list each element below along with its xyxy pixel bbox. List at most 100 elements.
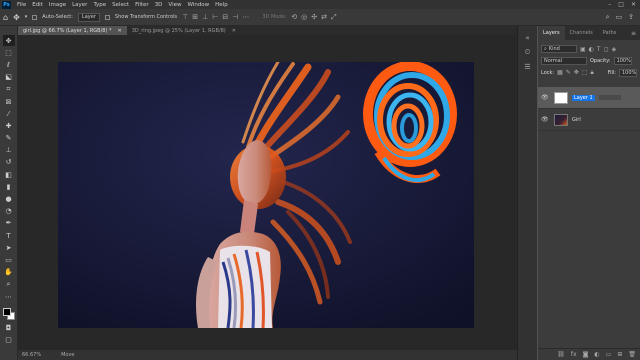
quick-mask-icon[interactable]: ◘ <box>3 322 15 333</box>
dodge-tool-icon[interactable]: ◔ <box>3 206 15 217</box>
menu-filter[interactable]: Filter <box>132 2 152 8</box>
auto-select-checkbox[interactable] <box>32 14 38 20</box>
menu-3d[interactable]: 3D <box>152 2 166 8</box>
hand-tool-icon[interactable]: ✋ <box>3 267 15 278</box>
move-tool-icon[interactable]: ✥ <box>13 13 20 22</box>
layer-style-icon[interactable]: fx <box>571 351 577 358</box>
crop-tool-icon[interactable]: ⌗ <box>3 84 15 95</box>
menu-type[interactable]: Type <box>90 2 109 8</box>
align-middle-icon[interactable]: ⊞ <box>192 13 198 21</box>
align-left-icon[interactable]: ⊢ <box>212 13 218 21</box>
layer-name-input[interactable]: Layer 1 <box>572 94 595 101</box>
history-brush-tool-icon[interactable]: ↺ <box>3 157 15 168</box>
3d-pan-icon[interactable]: ✣ <box>311 13 317 22</box>
lock-position-icon[interactable]: ✥ <box>574 69 579 77</box>
artboard-tool-icon[interactable]: ⬚ <box>3 47 15 58</box>
3d-orbit-icon[interactable]: ⟲ <box>291 13 297 22</box>
close-tab-icon[interactable]: ✕ <box>232 28 236 34</box>
minimize-icon[interactable]: – <box>608 1 611 8</box>
menu-help[interactable]: Help <box>212 2 231 8</box>
align-top-icon[interactable]: ⊤ <box>182 13 188 21</box>
3d-roll-icon[interactable]: ◎ <box>301 13 307 22</box>
brush-tool-icon[interactable]: ✎ <box>3 133 15 144</box>
lock-pixels-icon[interactable]: ✎ <box>566 69 571 77</box>
type-filter-icon[interactable]: T <box>597 46 601 53</box>
kind-filter-dropdown[interactable]: ⌕ Kind <box>541 45 577 53</box>
add-mask-icon[interactable]: ◙ <box>583 351 589 358</box>
more-tools-icon[interactable]: ⋯ <box>3 291 15 302</box>
healing-brush-tool-icon[interactable]: ✚ <box>3 120 15 131</box>
smart-filter-icon[interactable]: ◈ <box>612 46 617 53</box>
collapse-panels-icon[interactable]: « <box>525 34 529 42</box>
menu-file[interactable]: File <box>14 2 29 8</box>
new-layer-icon[interactable]: ⊞ <box>617 351 622 358</box>
close-tab-icon[interactable]: ✕ <box>118 28 122 34</box>
tab-paths[interactable]: Paths <box>598 26 622 40</box>
link-layers-icon[interactable]: ⛓ <box>557 351 565 358</box>
foreground-color-swatch[interactable] <box>2 308 11 317</box>
delete-layer-icon[interactable]: 🗑︎ <box>628 351 636 358</box>
transform-controls-checkbox[interactable] <box>104 14 110 20</box>
eyedropper-tool-icon[interactable]: ⁄ <box>3 108 15 119</box>
3d-scale-icon[interactable]: ⤢ <box>331 13 337 22</box>
gradient-tool-icon[interactable]: ▮ <box>3 181 15 192</box>
lock-transparent-icon[interactable]: ▦ <box>557 69 563 77</box>
workspace-icon[interactable]: ▭ <box>616 13 623 22</box>
menu-view[interactable]: View <box>165 2 184 8</box>
adjustment-filter-icon[interactable]: ◐ <box>589 46 594 53</box>
visibility-eye-icon[interactable]: 👁︎ <box>541 94 549 101</box>
type-tool-icon[interactable]: T <box>3 230 15 241</box>
opacity-field[interactable]: 100% <box>613 57 632 65</box>
layer-name-field[interactable] <box>598 95 621 100</box>
zoom-tool-icon[interactable]: ⌕ <box>3 279 15 290</box>
blur-tool-icon[interactable]: ● <box>3 193 15 204</box>
path-selection-tool-icon[interactable]: ➤ <box>3 242 15 253</box>
color-swatches[interactable] <box>2 307 16 321</box>
menu-image[interactable]: Image <box>46 2 69 8</box>
menu-window[interactable]: Window <box>184 2 212 8</box>
document-image[interactable] <box>58 62 474 328</box>
maximize-icon[interactable]: □ <box>618 1 624 8</box>
lock-artboard-icon[interactable]: ⬚ <box>582 69 588 77</box>
fill-field[interactable]: 100% <box>619 69 637 77</box>
object-selection-tool-icon[interactable]: ⬕ <box>3 72 15 83</box>
pixel-filter-icon[interactable]: ▣ <box>580 46 586 53</box>
new-group-icon[interactable]: ▭ <box>606 351 612 358</box>
tab-3d-ring[interactable]: 3D_ring.jpeg @ 25% (Layer 1, RGB/8) ✕ <box>127 26 241 35</box>
tab-layers[interactable]: Layers <box>538 26 565 40</box>
align-right-icon[interactable]: ⊣ <box>232 13 238 21</box>
photoshop-logo[interactable]: Ps <box>2 0 11 9</box>
menu-layer[interactable]: Layer <box>69 2 90 8</box>
menu-edit[interactable]: Edit <box>29 2 46 8</box>
layer-row-layer-1[interactable]: 👁︎ Layer 1 <box>538 87 640 109</box>
panel-menu-icon[interactable]: ≡ <box>631 30 640 37</box>
lock-all-icon[interactable]: 🔒︎ <box>591 69 594 77</box>
lasso-tool-icon[interactable]: ℓ <box>3 59 15 70</box>
properties-icon[interactable]: ☰ <box>524 63 530 71</box>
layer-row-girl[interactable]: 👁︎ Girl <box>538 109 640 131</box>
menu-select[interactable]: Select <box>109 2 132 8</box>
align-bottom-icon[interactable]: ⊥ <box>202 13 208 21</box>
chevron-down-icon[interactable]: ▾ <box>25 14 28 20</box>
frame-tool-icon[interactable]: ⊠ <box>3 96 15 107</box>
3d-slide-icon[interactable]: ⇄ <box>321 13 327 22</box>
blend-mode-dropdown[interactable]: Normal <box>541 57 587 65</box>
rectangle-tool-icon[interactable]: ▭ <box>3 254 15 265</box>
tab-channels[interactable]: Channels <box>565 26 598 40</box>
shape-filter-icon[interactable]: ◻ <box>604 46 609 53</box>
tab-girl[interactable]: girl.jpg @ 66.7% (Layer 1, RGB/8) * ✕ <box>18 26 127 35</box>
pen-tool-icon[interactable]: ✒ <box>3 218 15 229</box>
history-icon[interactable]: ⏲ <box>525 48 530 57</box>
zoom-level[interactable]: 66.67% <box>22 352 41 358</box>
move-tool-icon[interactable]: ✥ <box>2 35 15 47</box>
adjustment-layer-icon[interactable]: ◐ <box>594 351 599 358</box>
align-center-icon[interactable]: ⊟ <box>222 13 228 21</box>
eraser-tool-icon[interactable]: ◧ <box>3 169 15 180</box>
search-icon[interactable]: ⌕ <box>606 13 610 22</box>
auto-select-dropdown[interactable]: Layer <box>77 12 100 22</box>
visibility-eye-icon[interactable]: 👁︎ <box>541 116 549 123</box>
close-icon[interactable]: ✕ <box>631 1 636 8</box>
clone-stamp-tool-icon[interactable]: ⊥ <box>3 145 15 156</box>
more-options-icon[interactable]: ⋯ <box>242 13 249 21</box>
home-icon[interactable]: ⌂ <box>3 13 8 22</box>
